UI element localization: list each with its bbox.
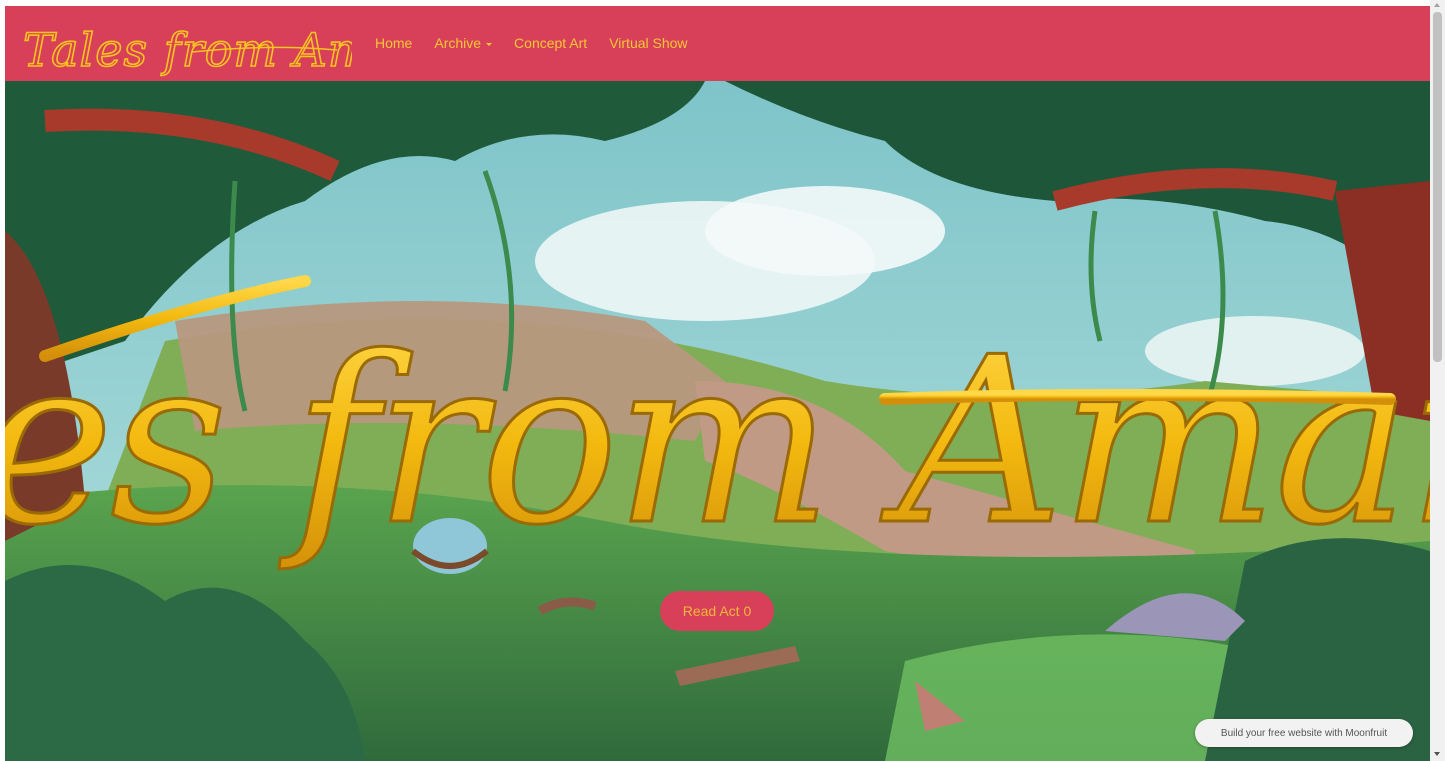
- nav-concept-art-label: Concept Art: [514, 35, 588, 51]
- nav-archive[interactable]: Archive: [423, 6, 503, 81]
- site-logo-text: Tales from Amarna: [23, 23, 352, 77]
- top-navbar: Tales from Amarna Home Archive Concept A…: [5, 6, 1430, 81]
- nav-virtual-show[interactable]: Virtual Show: [598, 6, 698, 81]
- nav-concept-art[interactable]: Concept Art: [503, 6, 598, 81]
- moonfruit-badge[interactable]: Build your free website with Moonfruit: [1195, 719, 1413, 747]
- read-act-button[interactable]: Read Act 0: [660, 591, 774, 631]
- scroll-down-icon[interactable]: [1434, 752, 1440, 756]
- main-nav: Home Archive Concept Art Virtual Show: [364, 6, 699, 81]
- hero-banner: Tales from Amarna Read Act 0: [5, 81, 1430, 761]
- nav-virtual-show-label: Virtual Show: [609, 35, 688, 51]
- page-viewport: Tales from Amarna Home Archive Concept A…: [5, 6, 1430, 761]
- hero-title: Tales from Amarna: [5, 309, 1430, 576]
- scroll-up-icon[interactable]: [1434, 3, 1440, 7]
- hero-background-illustration: Tales from Amarna: [5, 81, 1430, 761]
- scrollbar[interactable]: [1430, 0, 1445, 761]
- nav-home-label: Home: [375, 35, 413, 51]
- nav-archive-label: Archive: [434, 35, 482, 51]
- scroll-thumb[interactable]: [1433, 12, 1442, 362]
- site-logo[interactable]: Tales from Amarna: [17, 6, 352, 81]
- nav-home[interactable]: Home: [364, 6, 423, 81]
- caret-down-icon: [486, 42, 493, 46]
